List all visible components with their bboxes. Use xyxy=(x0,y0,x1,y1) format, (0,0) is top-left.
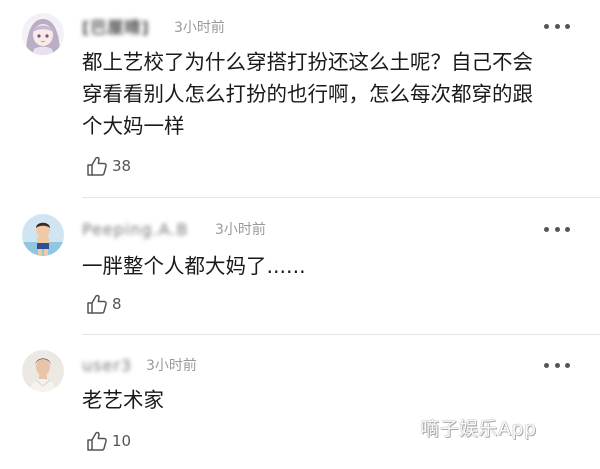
thumbs-up-outline-icon xyxy=(87,431,107,451)
comment-item: user3 3小时前 老艺术家 10 xyxy=(0,0,600,469)
comment-text: 老艺术家 xyxy=(82,388,164,412)
more-dots-icon[interactable] xyxy=(544,361,570,369)
username[interactable]: user3 xyxy=(82,355,132,377)
watermark: 嘀子娱乐App xyxy=(420,418,537,440)
avatar[interactable] xyxy=(22,350,64,392)
comments-page: [巴厘晴] 3小时前 都上艺校了为什么穿搭打扮还这么土呢？自己不会 穿看看别人怎… xyxy=(0,0,600,469)
like-button[interactable]: 10 xyxy=(86,429,131,453)
like-count: 10 xyxy=(112,432,132,450)
timestamp: 3小时前 xyxy=(146,358,197,374)
